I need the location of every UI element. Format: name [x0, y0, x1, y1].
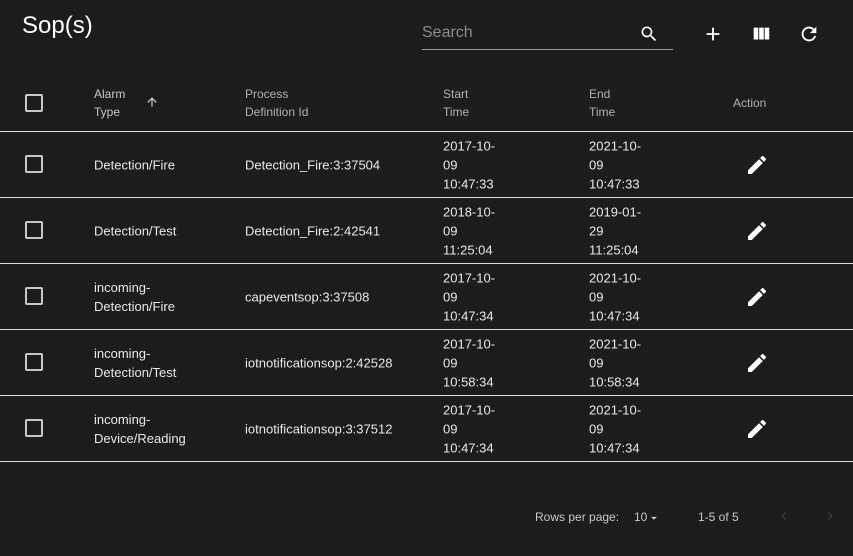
rows-per-page-label: Rows per page: — [535, 510, 620, 524]
start-time-cell: 2017-10- 09 10:47:33 — [443, 138, 496, 191]
table-header: Alarm Type Process Definition Id Start T… — [0, 74, 853, 132]
process-definition-cell: Detection_Fire:3:37504 — [245, 157, 381, 172]
column-header-start-time: Start Time — [443, 87, 470, 119]
refresh-button[interactable] — [797, 22, 821, 46]
alarm-type-cell: Detection/Test — [94, 223, 177, 238]
edit-pencil-icon — [748, 221, 767, 240]
add-button[interactable] — [701, 22, 725, 46]
previous-page-icon[interactable] — [776, 508, 792, 524]
alarm-type-cell: incoming- Detection/Test — [94, 345, 177, 380]
search-input[interactable] — [422, 24, 622, 42]
alarm-type-cell: Detection/Fire — [94, 157, 175, 172]
edit-button[interactable] — [745, 285, 769, 309]
select-all-checkbox[interactable] — [25, 94, 43, 112]
column-header-action: Action — [733, 96, 767, 110]
edit-pencil-icon — [748, 353, 767, 372]
search-box[interactable] — [422, 20, 673, 50]
row-checkbox[interactable] — [25, 353, 43, 371]
next-page-icon[interactable] — [822, 508, 838, 524]
start-time-cell: 2017-10- 09 10:47:34 — [443, 402, 496, 455]
sort-arrow-up-icon[interactable] — [145, 95, 159, 109]
end-time-cell: 2021-10- 09 10:47:33 — [589, 138, 642, 191]
process-definition-cell: iotnotificationsop:3:37512 — [245, 421, 393, 436]
column-header-alarm-type[interactable]: Alarm Type — [94, 85, 125, 121]
table-row[interactable]: incoming- Detection/Test iotnotification… — [0, 330, 853, 396]
end-time-cell: 2021-10- 09 10:58:34 — [589, 336, 642, 389]
table-row[interactable]: incoming- Device/Reading iotnotification… — [0, 396, 853, 462]
edit-button[interactable] — [745, 417, 769, 441]
end-time-cell: 2019-01- 29 11:25:04 — [589, 204, 642, 257]
row-checkbox[interactable] — [25, 287, 43, 305]
row-checkbox[interactable] — [25, 221, 43, 239]
table-row[interactable]: Detection/Fire Detection_Fire:3:37504 20… — [0, 132, 853, 198]
dropdown-arrow-icon — [651, 516, 658, 520]
process-definition-cell: Detection_Fire:2:42541 — [245, 223, 381, 238]
edit-pencil-icon — [748, 155, 767, 174]
row-checkbox[interactable] — [25, 419, 43, 437]
table-row[interactable]: Detection/Test Detection_Fire:2:42541 20… — [0, 198, 853, 264]
edit-button[interactable] — [745, 219, 769, 243]
edit-button[interactable] — [745, 153, 769, 177]
sop-table-panel: Sop(s) Alarm Type Process Definition Id … — [0, 0, 853, 556]
row-checkbox[interactable] — [25, 155, 43, 173]
edit-pencil-icon — [748, 287, 767, 306]
edit-button[interactable] — [745, 351, 769, 375]
alarm-type-cell: incoming- Device/Reading — [94, 411, 186, 446]
table-pagination: Rows per page: 10 1-5 of 5 — [0, 496, 853, 536]
rows-per-page-select[interactable]: 10 — [634, 510, 661, 525]
view-column-icon — [753, 27, 770, 40]
rows-per-page-value: 10 — [634, 510, 648, 524]
process-definition-cell: iotnotificationsop:2:42528 — [245, 355, 393, 370]
pagination-range: 1-5 of 5 — [698, 510, 739, 524]
column-header-end-time: End Time — [589, 87, 616, 119]
view-columns-button[interactable] — [749, 22, 773, 46]
edit-pencil-icon — [748, 419, 767, 438]
page-title: Sop(s) — [22, 12, 93, 39]
column-header-process-definition-id: Process Definition Id — [245, 87, 309, 119]
table-row[interactable]: incoming- Detection/Fire capeventsop:3:3… — [0, 264, 853, 330]
alarm-type-cell: incoming- Detection/Fire — [94, 279, 175, 314]
process-definition-cell: capeventsop:3:37508 — [245, 289, 370, 304]
start-time-cell: 2018-10- 09 11:25:04 — [443, 204, 496, 257]
refresh-icon — [801, 26, 817, 42]
search-icon[interactable] — [639, 24, 659, 49]
add-icon — [706, 27, 720, 41]
end-time-cell: 2021-10- 09 10:47:34 — [589, 270, 642, 323]
start-time-cell: 2017-10- 09 10:58:34 — [443, 336, 496, 389]
end-time-cell: 2021-10- 09 10:47:34 — [589, 402, 642, 455]
start-time-cell: 2017-10- 09 10:47:34 — [443, 270, 496, 323]
